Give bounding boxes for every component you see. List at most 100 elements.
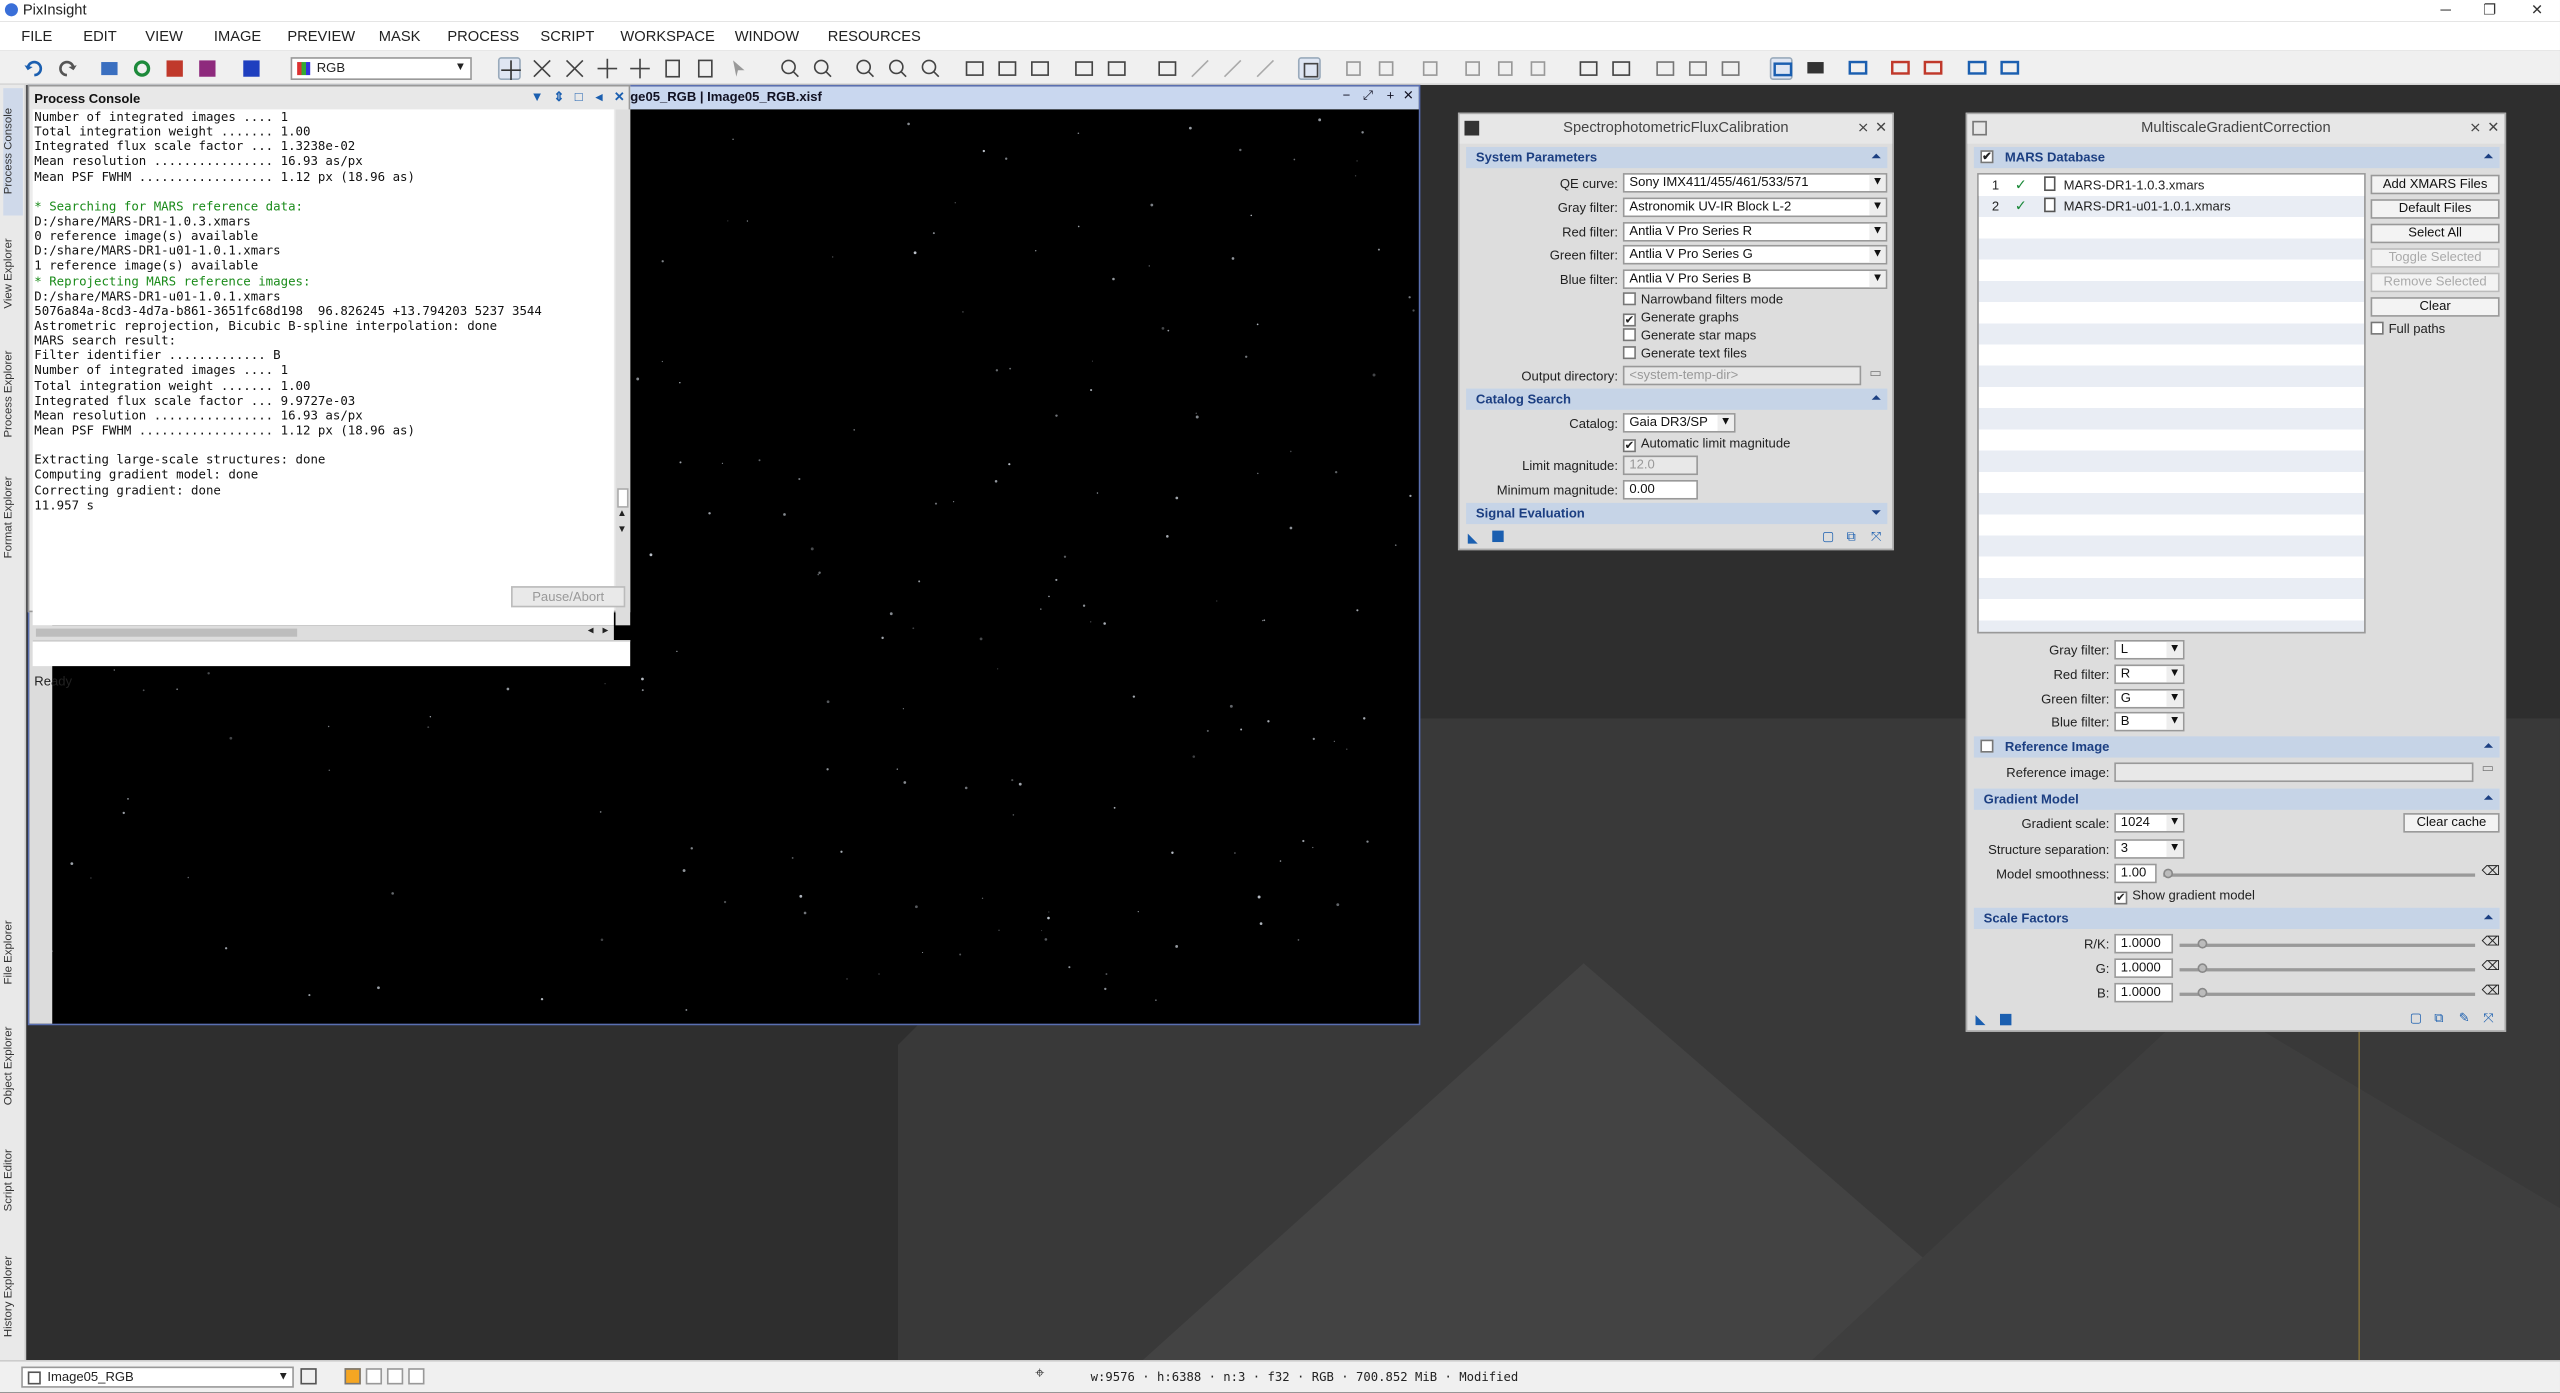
b-input[interactable]: 1.0000 xyxy=(2114,982,2174,1003)
workspace-2-icon[interactable] xyxy=(1804,57,1827,80)
pan-icon[interactable] xyxy=(629,57,652,80)
preview-new-icon[interactable] xyxy=(1419,57,1442,80)
layout-2-icon[interactable] xyxy=(1610,57,1633,80)
g-input[interactable]: 1.0000 xyxy=(2114,958,2174,978)
scroll-down-icon[interactable]: ▼ xyxy=(617,526,627,536)
move-icon[interactable] xyxy=(596,57,619,80)
expand-icon[interactable] xyxy=(563,57,586,80)
b-slider[interactable] xyxy=(2179,992,2476,996)
green-filter-select[interactable]: Antlia V Pro Series G ▼ xyxy=(1622,244,1888,265)
apply-icon[interactable] xyxy=(1492,530,1504,543)
dock-tab-script-editor[interactable]: Script Editor xyxy=(3,1130,23,1231)
reset-value-icon[interactable]: ⌫ xyxy=(2482,864,2500,879)
gradient-scale-select[interactable]: 1024 ▼ xyxy=(2114,813,2185,833)
reference-image-input[interactable] xyxy=(2114,762,2474,783)
dock-tab-history-explorer[interactable]: History Explorer xyxy=(3,1238,23,1356)
zoom-in-icon[interactable] xyxy=(779,57,802,80)
zoom-out-icon[interactable] xyxy=(811,57,834,80)
save-as-icon[interactable] xyxy=(196,57,219,80)
clear-cache-button[interactable]: Clear cache xyxy=(2403,813,2500,833)
add-xmars-files-button[interactable]: Add XMARS Files xyxy=(2370,174,2500,195)
reset-icon[interactable]: ⤧ xyxy=(2483,1011,2493,1027)
preview-icon[interactable]: ⧉ xyxy=(1847,529,1856,545)
reset-value-icon[interactable]: ⌫ xyxy=(2482,958,2500,973)
stf-icon[interactable] xyxy=(1156,57,1179,80)
workspace-6-icon[interactable] xyxy=(1966,57,1989,80)
default-files-button[interactable]: Default Files xyxy=(2370,199,2500,219)
preview-icon[interactable]: ⧉ xyxy=(2434,1011,2443,1027)
rk-input[interactable]: 1.0000 xyxy=(2114,933,2174,954)
menu-workspace[interactable]: WORKSPACE xyxy=(620,28,714,44)
workspace-4-icon[interactable] xyxy=(1889,57,1912,80)
resize-icon[interactable]: ⇕ xyxy=(553,90,564,105)
console-command-input[interactable] xyxy=(32,639,631,667)
workspace-3-icon[interactable] xyxy=(1847,57,1870,80)
apply-icon[interactable] xyxy=(1999,1013,2012,1026)
g-slider[interactable] xyxy=(2179,968,2476,972)
minimize-icon[interactable]: − xyxy=(1343,88,1351,103)
menu-edit[interactable]: EDIT xyxy=(83,28,116,44)
menu-preview[interactable]: PREVIEW xyxy=(287,28,355,44)
preview-restore-icon[interactable] xyxy=(1494,57,1517,80)
tile-icon[interactable] xyxy=(1073,57,1096,80)
slider-knob[interactable] xyxy=(2163,868,2174,879)
close-icon[interactable]: ✕ xyxy=(1403,88,1414,103)
mask-enable-icon[interactable] xyxy=(1342,57,1365,80)
mgc-gray-filter-select[interactable]: L ▼ xyxy=(2114,639,2185,660)
shade-icon[interactable]: ⨯ xyxy=(1857,114,1869,142)
close-icon[interactable]: ✕ xyxy=(2487,114,2499,142)
generate-text-files-checkbox[interactable]: Generate text files xyxy=(1622,346,1747,361)
stf-auto-icon[interactable] xyxy=(1254,57,1277,80)
reset-value-icon[interactable]: ⌫ xyxy=(2482,983,2500,998)
mask-show-icon[interactable] xyxy=(1297,57,1321,80)
zoom-fit-icon[interactable] xyxy=(531,57,554,80)
dock-left-icon[interactable]: ◂ xyxy=(596,90,603,105)
maximize-icon[interactable]: ❐ xyxy=(2467,0,2513,21)
view-selector[interactable]: RGB ▼ xyxy=(290,57,472,80)
stf-reset-icon[interactable] xyxy=(1221,57,1244,80)
console-horizontal-scrollbar[interactable]: ◂ ▸ xyxy=(32,625,614,640)
shade-icon[interactable]: ⨯ xyxy=(2469,114,2481,142)
fit-width-icon[interactable] xyxy=(996,57,1019,80)
red-filter-select[interactable]: Antlia V Pro Series R ▼ xyxy=(1622,222,1888,242)
folder-icon[interactable]: ▭ xyxy=(1869,366,1881,381)
list-item[interactable]: 1 ✓ MARS-DR1-1.0.3.xmars xyxy=(1978,174,2365,196)
readout-icon[interactable] xyxy=(661,57,684,80)
preview-store-icon[interactable] xyxy=(1461,57,1484,80)
mgc-red-filter-select[interactable]: R ▼ xyxy=(2114,664,2185,685)
documentation-icon[interactable]: ▢ xyxy=(2410,1011,2422,1026)
dock-tab-format-explorer[interactable]: Format Explorer xyxy=(3,460,23,574)
section-mars-database[interactable]: ✔ MARS Database ⏶ xyxy=(1973,146,2500,169)
menu-process[interactable]: PROCESS xyxy=(447,28,519,44)
workspace-1-icon[interactable] xyxy=(1769,57,1793,80)
slider-knob[interactable] xyxy=(2197,938,2208,949)
reset-value-icon[interactable]: ⌫ xyxy=(2482,934,2500,949)
close-icon[interactable]: ✕ xyxy=(2514,0,2560,21)
clear-button[interactable]: Clear xyxy=(2370,297,2500,317)
select-all-button[interactable]: Select All xyxy=(2370,223,2500,244)
new-instance-icon[interactable]: ◣ xyxy=(1976,1012,1986,1027)
generate-graphs-checkbox[interactable]: ✔ Generate graphs xyxy=(1622,310,1739,327)
save-icon[interactable] xyxy=(163,57,186,80)
dock-tab-view-explorer[interactable]: View Explorer xyxy=(3,219,23,327)
section-catalog-search[interactable]: Catalog Search ⏶ xyxy=(1466,388,1888,410)
menu-window[interactable]: WINDOW xyxy=(735,28,799,44)
menu-mask[interactable]: MASK xyxy=(379,28,421,44)
float-icon[interactable]: □ xyxy=(575,90,583,105)
menu-script[interactable]: SCRIPT xyxy=(540,28,594,44)
zoom-optimal-icon[interactable] xyxy=(919,57,942,80)
min-magnitude-input[interactable]: 0.00 xyxy=(1622,479,1698,500)
workspace-7-icon[interactable] xyxy=(1998,57,2021,80)
model-smoothness-slider[interactable] xyxy=(2163,873,2476,877)
channel-rgb-icon[interactable] xyxy=(344,1368,361,1385)
menu-view[interactable]: VIEW xyxy=(145,28,183,44)
generate-star-maps-checkbox[interactable]: Generate star maps xyxy=(1622,328,1756,343)
view-mode-icon[interactable] xyxy=(300,1368,317,1385)
check-icon[interactable]: ✓ xyxy=(2015,176,2027,194)
gray-filter-select[interactable]: Astronomik UV-IR Block L-2 ▼ xyxy=(1622,197,1888,218)
channel-g-icon[interactable] xyxy=(386,1368,404,1385)
undo-icon[interactable] xyxy=(23,57,46,80)
process-3-icon[interactable] xyxy=(1719,57,1742,80)
narrowband-checkbox[interactable]: Narrowband filters mode xyxy=(1622,292,1783,307)
redo-icon[interactable] xyxy=(56,57,79,80)
